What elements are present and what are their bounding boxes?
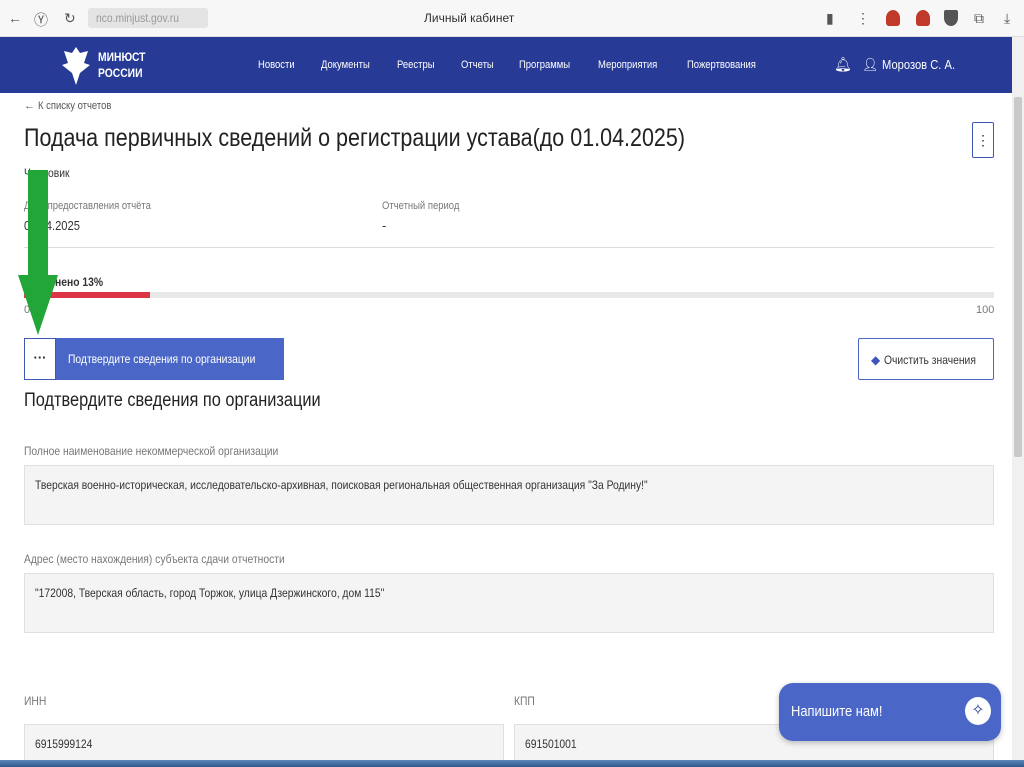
tab-confirm-organization[interactable]: Подтвердите сведения по организации: [56, 338, 284, 380]
nav-registries[interactable]: Реестры: [397, 59, 435, 71]
brand[interactable]: МИНЮСТ РОССИИ: [98, 49, 153, 81]
back-link[interactable]: ← К списку отчетов: [24, 100, 123, 112]
chat-widget-button[interactable]: Напишите нам! ✧: [779, 683, 1001, 741]
nav-programs[interactable]: Программы: [519, 59, 570, 71]
section-heading: Подтвердите сведения по организации: [24, 390, 321, 411]
page-tab-title: Личный кабинет: [424, 11, 515, 25]
progress-max: 100: [976, 304, 995, 316]
user-menu[interactable]: 👤︎ Морозов С. А.: [862, 57, 967, 73]
bell-icon[interactable]: 🔔︎: [834, 56, 852, 73]
back-icon[interactable]: ←: [8, 10, 22, 26]
inn-label: ИНН: [24, 694, 47, 708]
green-arrow-annotation: [18, 170, 58, 335]
period-label: Отчетный период: [382, 200, 460, 212]
nav-documents[interactable]: Документы: [321, 59, 370, 71]
nav-events[interactable]: Мероприятия: [598, 59, 657, 71]
scrollbar[interactable]: [1012, 37, 1024, 760]
address-bar[interactable]: nco.minjust.gov.ru: [88, 8, 208, 28]
full-name-label: Полное наименование некоммерческой орган…: [24, 444, 279, 458]
browser-toolbar: ← Ⓨ ↻ nco.minjust.gov.ru Личный кабинет …: [0, 0, 1024, 37]
inn-field[interactable]: 6915999124: [24, 724, 504, 764]
menu-icon[interactable]: ⋮: [856, 10, 870, 27]
kpp-label: КПП: [514, 694, 535, 708]
scrollbar-thumb[interactable]: [1014, 97, 1022, 457]
url-text: nco.minjust.gov.ru: [96, 11, 179, 25]
nav-reports[interactable]: Отчеты: [461, 59, 494, 71]
page-title: Подача первичных сведений о регистрации …: [24, 124, 686, 152]
yandex-icon[interactable]: Ⓨ: [34, 10, 48, 30]
bookmark-icon[interactable]: ▮: [826, 10, 834, 27]
nav-news[interactable]: Новости: [258, 59, 295, 71]
divider: [24, 247, 994, 248]
eagle-logo-icon[interactable]: [60, 43, 92, 87]
download-icon[interactable]: ⤓: [1004, 10, 1010, 27]
clear-values-button[interactable]: ◆ Очистить значения: [858, 338, 994, 380]
windows-taskbar: [0, 760, 1024, 767]
more-options-button[interactable]: ⋮: [972, 122, 994, 158]
arrow-left-icon: ←: [24, 100, 35, 112]
eagle-logo-icon: ✧: [965, 697, 991, 725]
eraser-icon: ◆: [871, 353, 881, 367]
more-tabs-button[interactable]: ···: [24, 338, 56, 380]
full-name-field[interactable]: Тверская военно-историческая, исследоват…: [24, 465, 994, 525]
shield-icon[interactable]: [944, 10, 958, 26]
extensions-icon[interactable]: ⧉: [974, 10, 984, 27]
period-value: -: [382, 218, 387, 233]
nav-donations[interactable]: Пожертвования: [687, 59, 756, 71]
progress-bar: [24, 292, 994, 298]
address-field[interactable]: "172008, Тверская область, город Торжок,…: [24, 573, 994, 633]
address-label: Адрес (место нахождения) субъекта сдачи …: [24, 552, 285, 566]
user-icon: 👤︎: [862, 57, 879, 72]
extension-icon[interactable]: [916, 10, 930, 26]
main-nav: Новости Документы Реестры Отчеты Програм…: [258, 59, 788, 71]
site-header: МИНЮСТ РОССИИ Новости Документы Реестры О…: [0, 37, 1012, 93]
extension-icon[interactable]: [886, 10, 900, 26]
reload-icon[interactable]: ↻: [64, 10, 76, 27]
